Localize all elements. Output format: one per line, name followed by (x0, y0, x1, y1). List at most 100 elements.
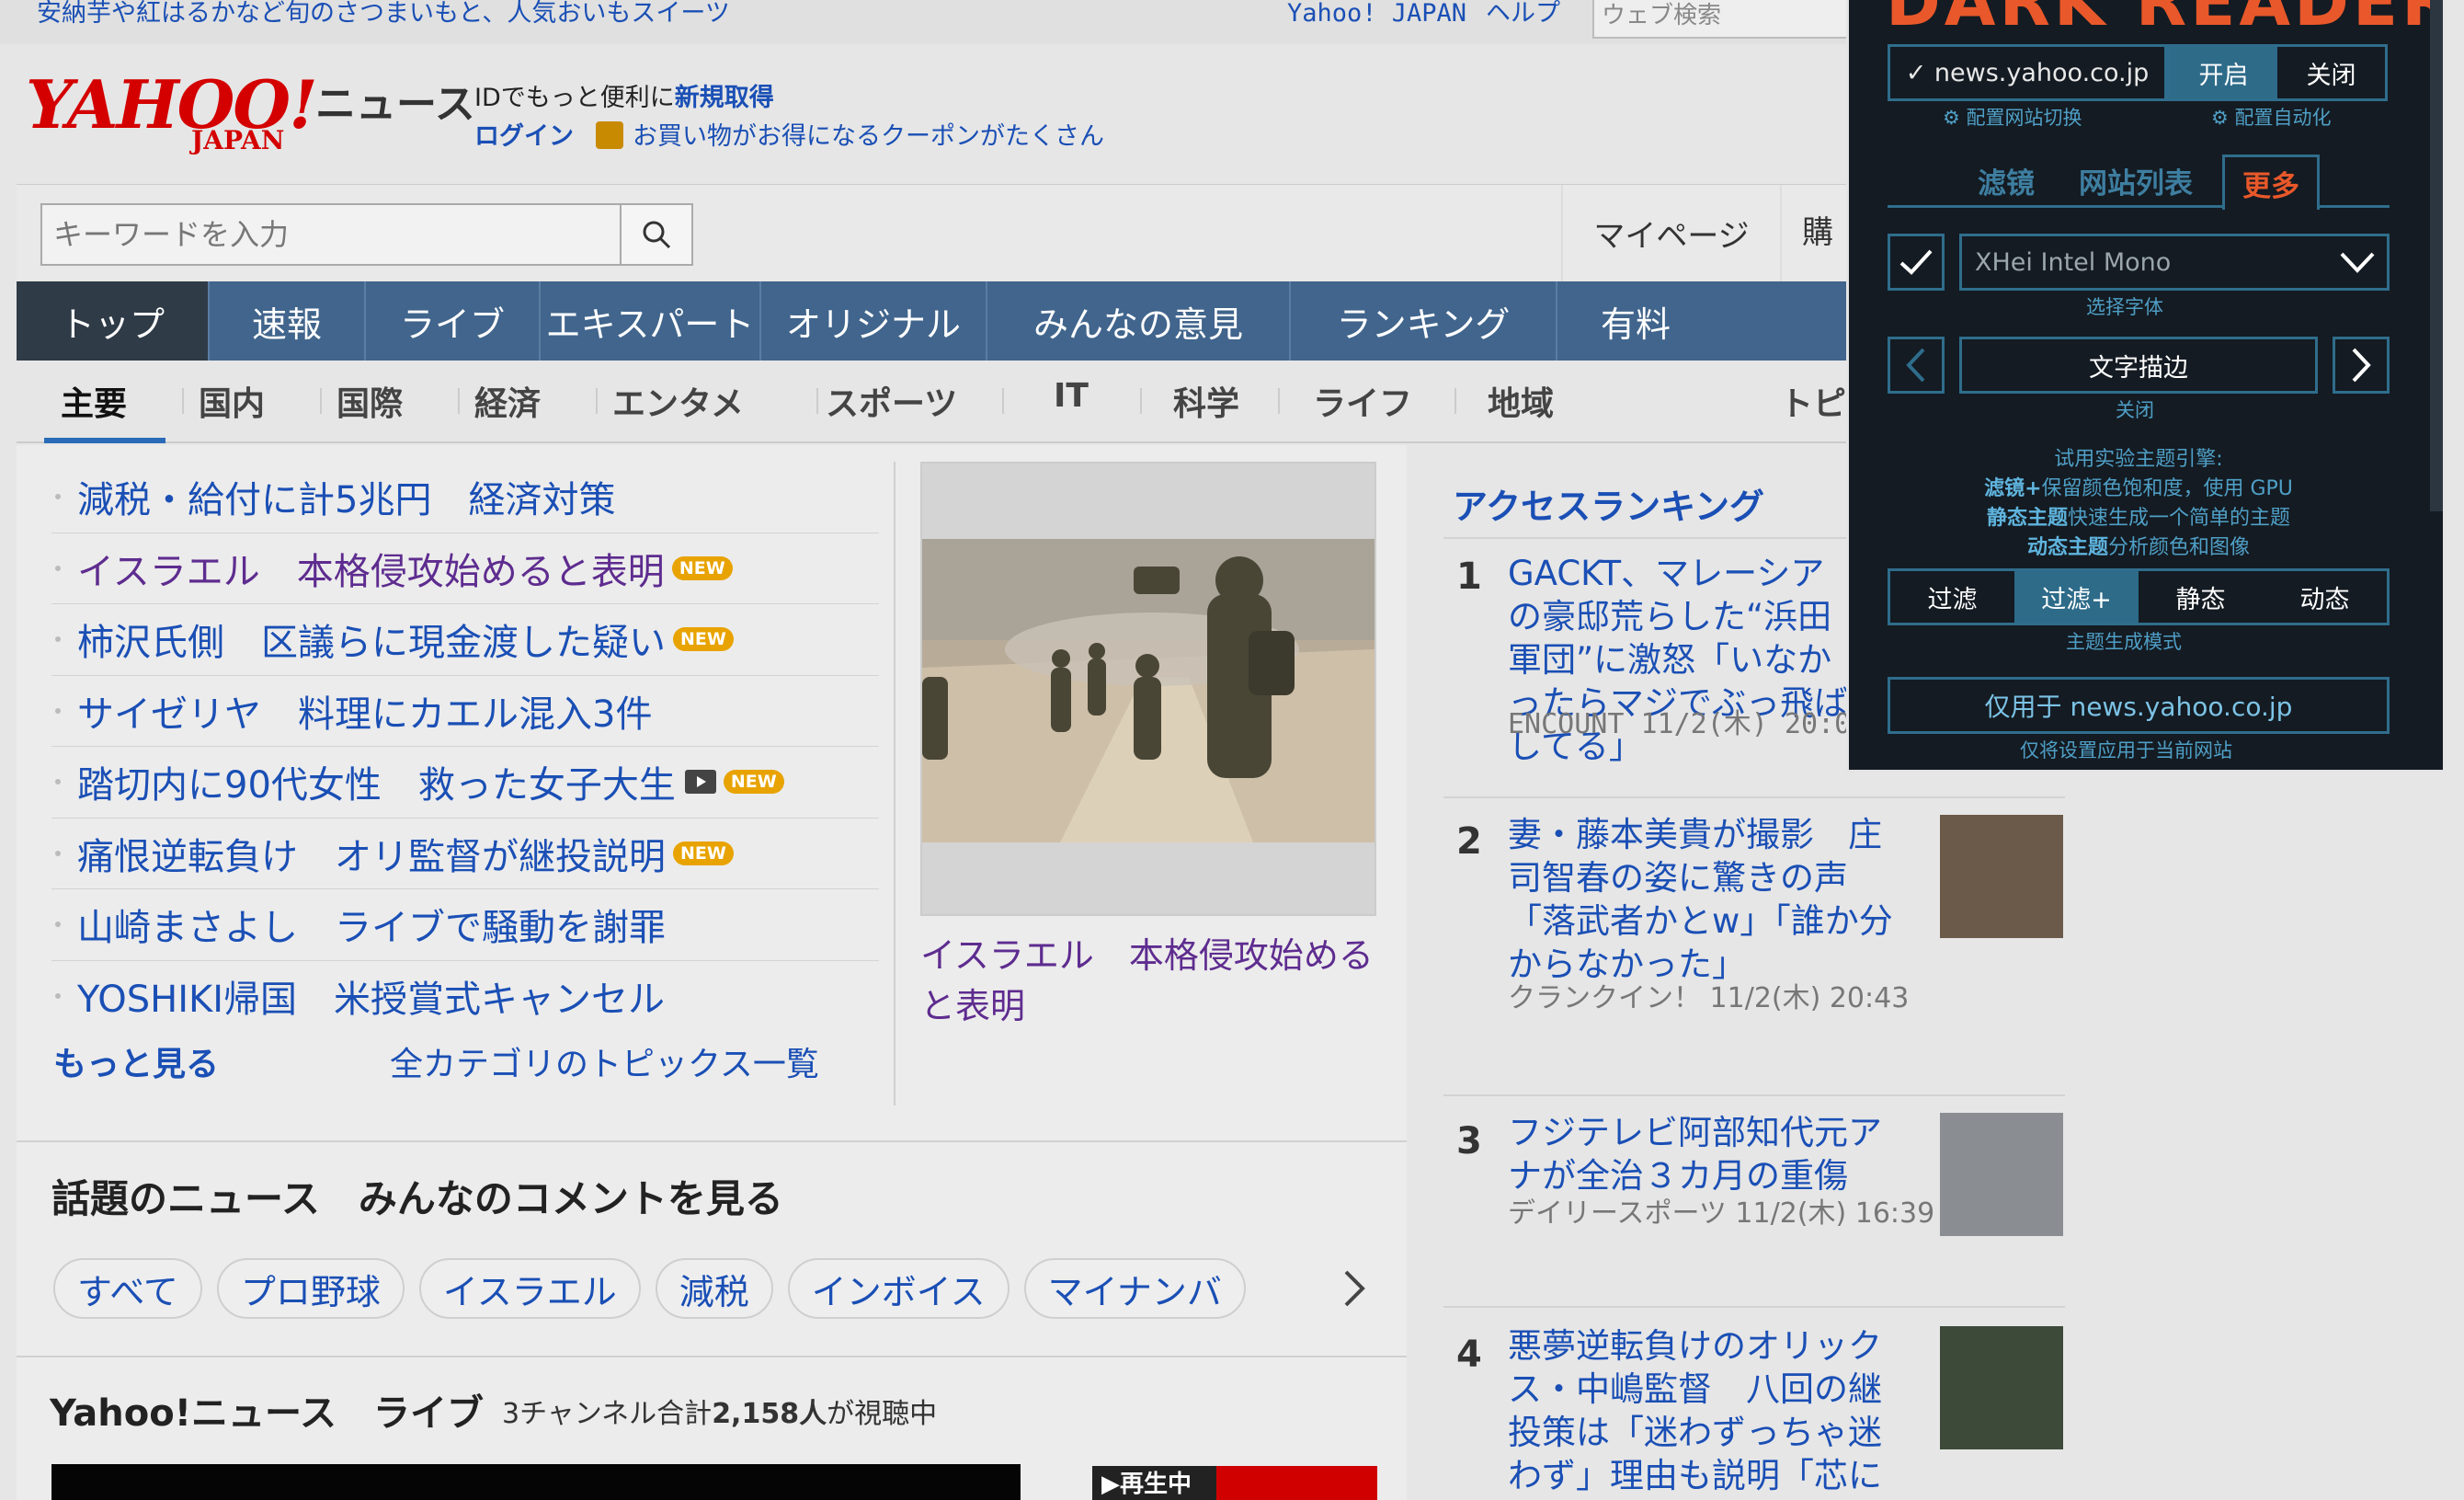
yahoo-news-logo[interactable]: YAHOO! JAPAN ニュース (26, 72, 475, 156)
apply-only-site-button[interactable]: 仅用于 news.yahoo.co.jp (1888, 677, 2390, 734)
font-checkbox[interactable] (1888, 234, 1945, 291)
promo-link[interactable]: 安納芋や紅はるかなど旬のさつまいもと、人気おいもスイーツ (37, 0, 730, 28)
topic-item[interactable]: 減税・給付に計5兆円 経済対策 (51, 462, 879, 533)
nav-opinions[interactable]: みんなの意見 (987, 281, 1291, 361)
stroke-next-button[interactable] (2333, 337, 2390, 394)
topic-item[interactable]: YOSHIKI帰国 米授賞式キャンセル (51, 961, 879, 1033)
help-link[interactable]: ヘルプ (1486, 0, 1560, 28)
cat-separator (1454, 388, 1456, 414)
photo-caption[interactable]: イスラエル 本格侵攻始めると表明 (920, 931, 1380, 1032)
tags-next-button[interactable] (1331, 1265, 1377, 1311)
mode-filter-plus[interactable]: 过滤+ (2014, 571, 2139, 623)
nav-top[interactable]: トップ (17, 281, 210, 361)
cat-separator (816, 388, 818, 414)
topic-item[interactable]: サイゼリヤ 料理にカエル混入3件 (51, 676, 879, 747)
ranking-title: アクセスランキング (1453, 487, 1764, 527)
dark-reader-panel: DARK READER ✓ news.yahoo.co.jp 开启 关闭 ⚙ 配… (1846, 0, 2446, 773)
nav-ranking[interactable]: ランキング (1291, 281, 1557, 361)
rank-thumbnail (1940, 815, 2063, 938)
cat-separator (1002, 388, 1004, 414)
live-playing-badge[interactable]: ▶再生中 (1092, 1466, 1377, 1500)
on-button[interactable]: 开启 (2170, 47, 2277, 98)
keyword-search-input[interactable]: キーワードを入力 (40, 203, 622, 266)
mode-static[interactable]: 静态 (2139, 571, 2263, 623)
mypage-link[interactable]: マイページ (1561, 185, 1782, 281)
topic-item[interactable]: 柿沢氏側 区議らに現金渡した疑い NEW (51, 604, 879, 676)
search-bar: キーワードを入力 マイページ 購入 (17, 184, 1848, 348)
topic-item[interactable]: イスラエル 本格侵攻始めると表明 NEW (51, 533, 879, 604)
info-line: 试用实验主题引擎: (2054, 448, 2223, 471)
tab-site-list[interactable]: 网站列表 (2079, 160, 2193, 201)
logo-news-text: ニュース (315, 81, 475, 128)
tag-baseball[interactable]: プロ野球 (216, 1258, 405, 1319)
search-button[interactable] (620, 203, 693, 266)
cat-world[interactable]: 国際 (337, 377, 403, 425)
cat-main[interactable]: 主要 (61, 377, 127, 425)
stroke-prev-button[interactable] (1888, 337, 1945, 394)
topic-item[interactable]: 山崎まさよし ライブで騒動を謝罪 (51, 889, 879, 961)
cat-sports[interactable]: スポーツ (826, 377, 957, 425)
theme-mode-selector: 过滤 过滤+ 静态 动态 (1888, 568, 2390, 625)
topic-item[interactable]: 踏切内に90代女性 救った女子大生 NEW (51, 747, 879, 819)
login-link[interactable]: ログイン (474, 122, 574, 151)
automation-settings-link[interactable]: ⚙ 配置自动化 (2211, 103, 2332, 131)
tag-mynumber[interactable]: マイナンバ (1023, 1258, 1246, 1319)
mode-filter[interactable]: 过滤 (1890, 571, 2014, 623)
cat-entertainment[interactable]: エンタメ (612, 377, 744, 425)
cat-separator (458, 388, 460, 414)
live-viewer-count: 2,158人 (712, 1398, 827, 1430)
topic-photo[interactable] (920, 462, 1376, 916)
panel-scrollbar[interactable] (2430, 0, 2443, 511)
nav-expert[interactable]: エキスパート (541, 281, 761, 361)
web-search-input[interactable]: ウェブ検索 (1592, 0, 1850, 39)
rank-headline: フジテレビ阿部知代元アナが全治３カ月の重傷 (1508, 1113, 1882, 1196)
cat-separator (596, 388, 598, 414)
topic-title: 痛恨逆転負け オリ監督が継投説明 (77, 835, 666, 878)
ranking-item[interactable]: 4 悪夢逆転負けのオリックス・中嶋監督 八回の継投策は「迷わずっちゃ迷わず」理由… (1443, 1306, 2065, 1500)
cat-topics[interactable]: トピ (1780, 377, 1846, 425)
site-toggle-button[interactable]: ✓ news.yahoo.co.jp (1888, 44, 2167, 101)
coupon-link[interactable]: お買い物がお得になるクーポンがたくさん (633, 122, 1104, 151)
tag-tax-cut[interactable]: 減税 (655, 1258, 773, 1319)
cat-science[interactable]: 科学 (1173, 377, 1239, 425)
tab-more[interactable]: 更多 (2222, 155, 2320, 210)
cat-it[interactable]: IT (1054, 377, 1089, 415)
all-categories-link[interactable]: 全カテゴリのトピックス一覧 (390, 1037, 819, 1085)
font-select[interactable]: XHei Intel Mono (1959, 234, 2390, 291)
nav-original[interactable]: オリジナル (761, 281, 987, 361)
tag-israel[interactable]: イスラエル (418, 1258, 641, 1319)
nav-breaking[interactable]: 速報 (210, 281, 366, 361)
more-link[interactable]: もっと見る (53, 1037, 219, 1085)
register-link[interactable]: 新規取得 (675, 84, 774, 112)
cat-domestic[interactable]: 国内 (199, 377, 265, 425)
theme-engine-info: 试用实验主题引擎: 滤镜+保留颜色饱和度，使用 GPU 静态主题快速生成一个简单… (1888, 445, 2390, 563)
tab-filter[interactable]: 滤镜 (1978, 160, 2035, 201)
topic-title: 柿沢氏側 区議らに現金渡した疑い (77, 622, 666, 665)
live-section-title: Yahoo!ニュース ライブ (50, 1392, 484, 1435)
off-button[interactable]: 关闭 (2277, 47, 2385, 98)
ranking-item[interactable]: 2 妻・藤本美貴が撮影 庄司智春の姿に驚きの声「落武者かとw」「誰か分からなかっ… (1443, 796, 2065, 1014)
yahoo-japan-link[interactable]: Yahoo! JAPAN (1287, 0, 1466, 28)
mode-dynamic[interactable]: 动态 (2263, 571, 2387, 623)
cat-separator (182, 388, 184, 414)
text-stroke-setting[interactable]: 文字描边 (1959, 337, 2318, 394)
rank-number: 2 (1456, 820, 1482, 863)
topic-item[interactable]: 痛恨逆転負け オリ監督が継投説明 NEW (51, 819, 879, 889)
cat-life[interactable]: ライフ (1313, 377, 1412, 425)
cat-economy[interactable]: 経済 (474, 377, 541, 425)
live-video-player[interactable] (51, 1464, 1021, 1500)
nav-paid[interactable]: 有料 (1557, 281, 1714, 361)
site-toggle-settings-link[interactable]: ⚙ 配置网站切换 (1943, 103, 2082, 131)
rank-number: 3 (1456, 1120, 1482, 1162)
topic-title: 踏切内に90代女性 救った女子大生 (77, 764, 676, 807)
chevron-left-icon (1906, 348, 1925, 383)
rank-number: 1 (1456, 555, 1482, 598)
live-viewers-suffix: が視聴中 (827, 1398, 938, 1430)
new-badge: NEW (671, 555, 733, 580)
tag-all[interactable]: すべて (53, 1258, 202, 1319)
tag-invoice[interactable]: インボイス (787, 1258, 1010, 1319)
ranking-item[interactable]: 3 フジテレビ阿部知代元アナが全治３カ月の重傷 デイリースポーツ 11/2(木)… (1443, 1094, 2065, 1304)
nav-live[interactable]: ライブ (366, 281, 541, 361)
rank-thumbnail (1940, 1113, 2063, 1236)
cat-local[interactable]: 地域 (1488, 377, 1554, 425)
